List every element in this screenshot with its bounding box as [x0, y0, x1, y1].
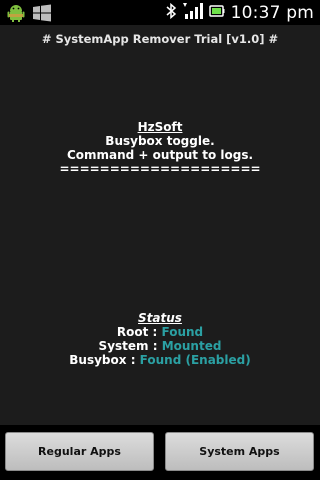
status-label: Root [116, 325, 149, 339]
info-line-logs: Command + output to logs. [66, 148, 254, 162]
developer-title: HzSoft [137, 120, 183, 134]
status-value: Found (Enabled) [139, 353, 251, 367]
info-line-busybox: Busybox toggle. [105, 134, 215, 148]
system-apps-button[interactable]: System Apps [165, 432, 314, 471]
status-label: Busybox [69, 353, 127, 367]
status-row-system: System : Mounted [98, 339, 222, 353]
regular-apps-button[interactable]: Regular Apps [5, 432, 154, 471]
status-block: Status Root : Found System : Mounted Bus… [0, 311, 320, 367]
android-debug-icon [6, 3, 26, 27]
status-bar: 10:37 pm [0, 0, 320, 25]
status-row-root: Root : Found [116, 325, 204, 339]
status-title: Status [138, 311, 182, 325]
battery-icon [208, 3, 225, 22]
status-label: System [98, 339, 149, 353]
info-separator: ==================== [59, 162, 261, 176]
signal-icon [182, 2, 203, 24]
clock: 10:37 pm [230, 2, 314, 23]
status-row-busybox: Busybox : Found (Enabled) [69, 353, 251, 367]
status-value: Found [161, 325, 204, 339]
button-bar: Regular Apps System Apps [0, 425, 320, 480]
bluetooth-icon [165, 2, 177, 24]
info-block: HzSoft Busybox toggle. Command + output … [0, 120, 320, 176]
status-value: Mounted [161, 339, 222, 353]
windows-icon [32, 3, 52, 27]
main-content: # SystemApp Remover Trial [v1.0] # HzSof… [0, 25, 320, 425]
app-title: # SystemApp Remover Trial [v1.0] # [41, 32, 279, 46]
